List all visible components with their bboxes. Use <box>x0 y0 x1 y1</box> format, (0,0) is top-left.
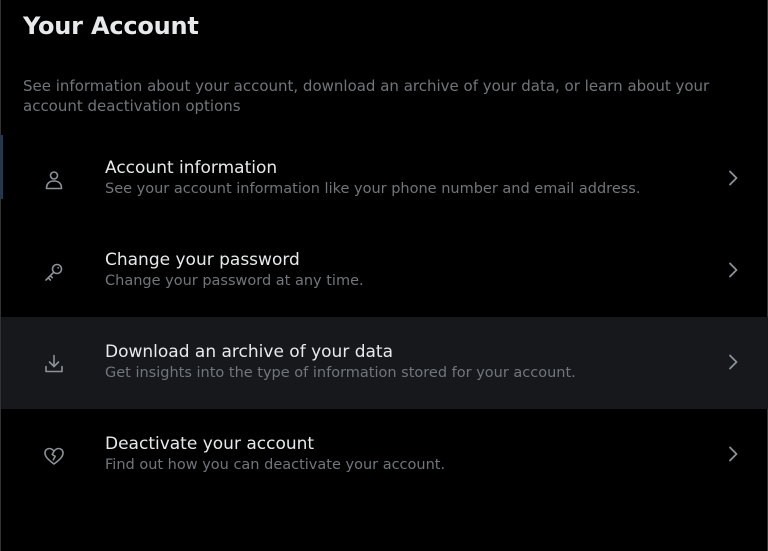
page-title: Your Account <box>23 12 199 40</box>
chevron-right-icon <box>723 352 743 372</box>
menu-item-title: Download an archive of your data <box>105 342 394 362</box>
broken-heart-icon <box>41 443 67 469</box>
chevron-right-icon <box>723 444 743 464</box>
menu-item-subtitle: Find out how you can deactivate your acc… <box>105 457 446 473</box>
page-description: See information about your account, down… <box>23 77 710 115</box>
menu-item-subtitle: See your account information like your p… <box>105 181 641 197</box>
menu-item-title: Change your password <box>105 250 300 270</box>
menu-item-title: Deactivate your account <box>105 434 315 454</box>
menu-item-download-archive[interactable]: Download an archive of your data Get ins… <box>1 317 768 409</box>
person-icon <box>41 167 67 193</box>
menu-item-account-information[interactable]: Account information See your account inf… <box>1 133 768 225</box>
chevron-right-icon <box>723 168 743 188</box>
account-settings-panel: Your Account See information about your … <box>0 0 768 551</box>
menu-item-subtitle: Change your password at any time. <box>105 273 364 289</box>
menu-item-subtitle: Get insights into the type of informatio… <box>105 365 576 381</box>
key-icon <box>41 259 67 285</box>
menu-item-change-password[interactable]: Change your password Change your passwor… <box>1 225 768 317</box>
account-menu: Account information See your account inf… <box>1 133 768 501</box>
menu-item-deactivate-account[interactable]: Deactivate your account Find out how you… <box>1 409 768 501</box>
menu-item-title: Account information <box>105 158 278 178</box>
chevron-right-icon <box>723 260 743 280</box>
download-icon <box>41 351 67 377</box>
